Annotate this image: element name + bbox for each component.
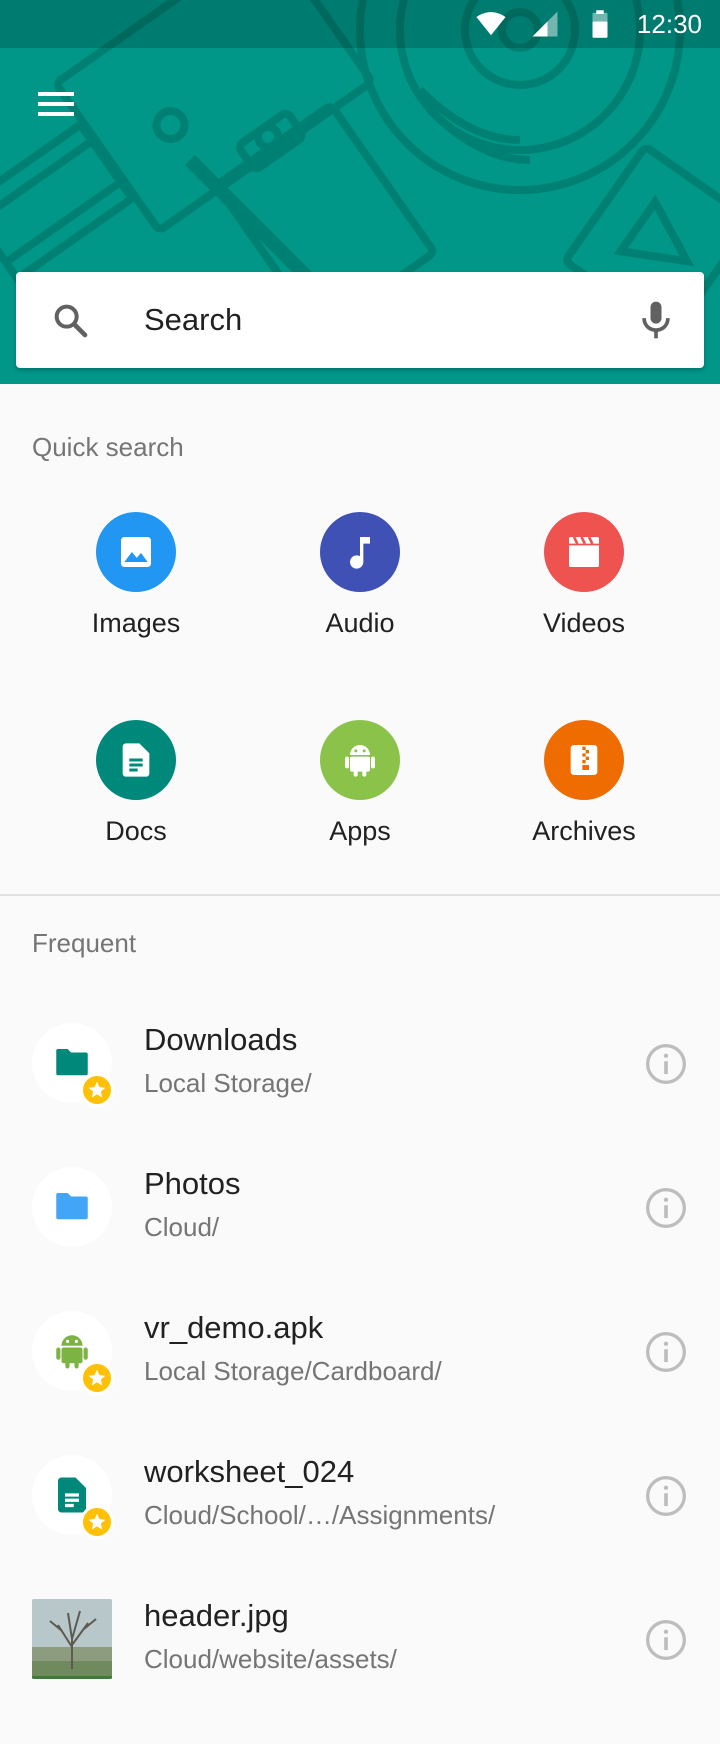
frequent-heading: Frequent [32, 928, 137, 958]
folder-icon [56, 1193, 88, 1220]
info-icon[interactable] [644, 1330, 688, 1374]
status-time: 12:30 [636, 9, 702, 39]
menu-button[interactable] [24, 78, 88, 130]
quick-search-docs[interactable]: Docs [36, 720, 236, 880]
hamburger-menu-icon [38, 92, 74, 116]
file-name: Photos [144, 1166, 241, 1201]
quick-search-label: Videos [542, 608, 626, 638]
star-badge-icon [80, 1505, 114, 1539]
document-icon [122, 743, 150, 777]
file-path: Cloud/ [144, 1212, 220, 1242]
movie-clapper-icon [569, 536, 599, 567]
image-icon [121, 537, 151, 567]
info-icon[interactable] [644, 1474, 688, 1518]
quick-search-images[interactable]: Images [36, 512, 236, 672]
list-item[interactable]: Downloads Local Storage/ [0, 992, 720, 1136]
list-item[interactable]: vr_demo.apk Local Storage/Cardboard/ [0, 1280, 720, 1424]
image-thumbnail [32, 1599, 112, 1679]
info-icon[interactable] [644, 1042, 688, 1086]
search-bar [16, 272, 704, 368]
list-item[interactable]: worksheet_024 Cloud/School/…/Assignments… [0, 1424, 720, 1568]
music-note-icon [350, 537, 370, 569]
quick-search-label: Archives [532, 816, 636, 846]
file-avatar [32, 1167, 112, 1247]
archives-icon-circle [544, 720, 624, 800]
mic-icon[interactable] [634, 298, 678, 342]
videos-icon-circle [544, 512, 624, 592]
wifi-icon [476, 12, 506, 36]
list-item[interactable]: header.jpg Cloud/website/assets/ [0, 1568, 720, 1712]
file-avatar [32, 1023, 114, 1107]
audio-icon-circle [320, 512, 400, 592]
quick-search-label: Docs [105, 816, 167, 846]
file-path: Local Storage/ [144, 1068, 312, 1098]
file-name: worksheet_024 [144, 1454, 355, 1489]
file-path: Cloud/website/assets/ [144, 1644, 397, 1674]
list-item[interactable]: Photos Cloud/ [0, 1136, 720, 1280]
file-path: Cloud/School/…/Assignments/ [144, 1500, 496, 1530]
docs-icon-circle [96, 720, 176, 800]
file-path: Local Storage/Cardboard/ [144, 1356, 442, 1386]
quick-search-apps[interactable]: Apps [260, 720, 460, 880]
search-icon[interactable] [50, 300, 90, 340]
status-bar: 12:30 [0, 0, 720, 48]
star-badge-icon [80, 1073, 114, 1107]
signal-icon [532, 11, 558, 37]
battery-icon [592, 10, 608, 38]
info-icon[interactable] [644, 1186, 688, 1230]
quick-search-heading: Quick search [32, 432, 184, 462]
images-icon-circle [96, 512, 176, 592]
quick-search-label: Audio [325, 608, 395, 638]
quick-search-archives[interactable]: Archives [484, 720, 684, 880]
file-avatar [32, 1311, 114, 1395]
file-avatar [32, 1455, 114, 1539]
file-name: vr_demo.apk [144, 1310, 324, 1345]
file-name: Downloads [144, 1022, 298, 1057]
quick-search-videos[interactable]: Videos [484, 512, 684, 672]
star-badge-icon [80, 1361, 114, 1395]
info-icon[interactable] [644, 1618, 688, 1662]
file-name: header.jpg [144, 1598, 289, 1633]
section-divider [0, 894, 720, 896]
quick-search-audio[interactable]: Audio [260, 512, 460, 672]
search-input[interactable] [144, 294, 604, 346]
quick-search-label: Apps [329, 816, 391, 846]
quick-search-label: Images [91, 608, 181, 638]
apps-icon-circle [320, 720, 400, 800]
android-icon [345, 745, 375, 777]
archive-zip-icon [570, 745, 598, 775]
